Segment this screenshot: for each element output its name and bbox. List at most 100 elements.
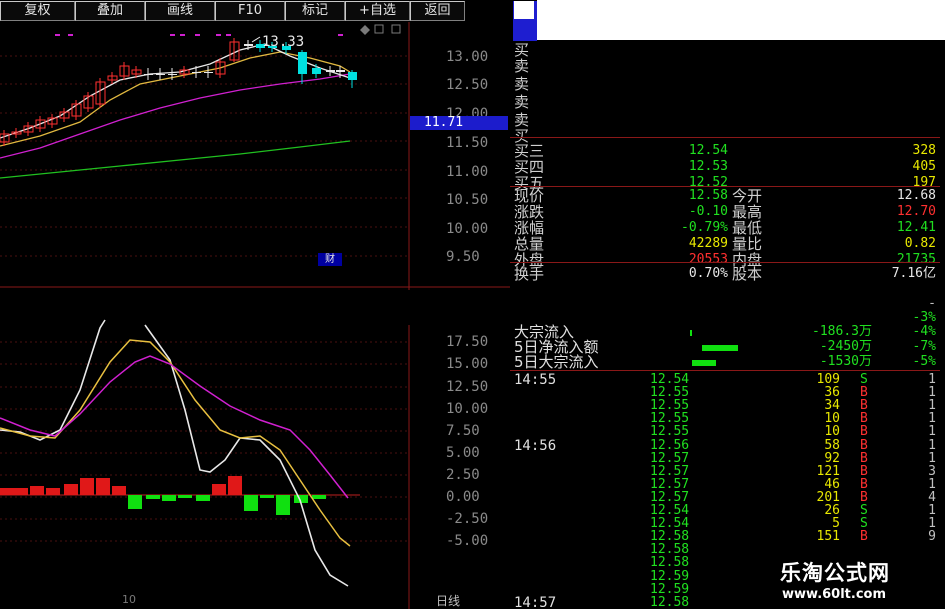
histogram-bar [212,484,226,495]
indicator-axis-label: -5.00 [446,533,488,549]
watermark-title: 乐淘公式网 [780,561,890,585]
indicator-magenta-line [0,355,349,499]
period-label[interactable]: 日线 [436,592,460,609]
histogram-bar [178,495,192,498]
quote-value: 0.70% [688,266,728,281]
watermark: 乐淘公式网 www.60lt.com [740,553,945,609]
order-book-row[interactable]: 买四 12.53 405 [510,159,940,175]
quote-row: 换手 0.70% 股本 7.16亿 [510,266,940,282]
order-price: 12.53 [688,159,728,174]
indicator-axis-label: 12.50 [446,379,488,395]
fund-flow-pct: -4% [912,324,936,339]
divider [510,186,940,187]
quote-value: 0.82 [904,236,936,251]
price-axis-label: 13.00 [446,49,488,65]
price-axis-label: 11.50 [446,135,488,151]
histogram-bar [64,484,78,495]
quote-label: 总量 [514,235,545,253]
histogram-bar [30,486,44,495]
candle [244,44,253,46]
candle [336,70,345,72]
histogram-bar [0,488,14,495]
order-price: 12.54 [688,143,728,158]
quote-row: 总量 42289 量比 0.82 [510,236,940,252]
candle [156,74,165,75]
price-axis-label: 11.00 [446,164,488,180]
order-book-label-truncated: 买 [514,127,530,145]
order-volume: 328 [912,143,936,158]
price-axis-label: 10.50 [446,192,488,208]
quote-label: 换手 [514,265,545,283]
chart-scroll-controls[interactable] [360,24,401,35]
quote-value: 7.16亿 [891,266,936,281]
histogram-bar [112,486,126,495]
indicator-axis-label: -2.50 [446,511,488,527]
candle [326,70,335,72]
order-book-label-truncated: 买 [514,41,530,59]
order-book-row[interactable]: 买三 12.54 328 [510,143,940,159]
histogram-bar [276,495,290,515]
order-book-label-truncated: 卖 [514,57,530,75]
indicator-axis-label: 7.50 [446,423,480,439]
indicator-axis-label: 10.00 [446,401,488,417]
histogram-bar [128,495,142,509]
quote-value: 12.41 [896,220,936,235]
fund-flow-value: -1530万 [819,354,872,369]
histogram-bar [80,478,94,495]
candle [348,72,357,80]
price-axis-label: 10.00 [446,221,488,237]
quote-panel: 买卖卖卖卖买 买三 12.54 328 买四 12.53 405 买五 12.52 197 现价… [510,0,945,609]
order-book-label-truncated: 卖 [514,75,530,93]
indicator-yellow-line [0,339,351,547]
candle [168,74,177,75]
fund-flow-pct: -5% [912,354,936,369]
current-price-tag: 11.71 [410,116,508,130]
histogram-bar [14,488,28,495]
candle [204,72,213,73]
histogram-bar [96,478,110,495]
indicator-axis-label: 5.00 [446,445,480,461]
quote-value: 12.68 [896,188,936,203]
divider [510,137,940,138]
x-axis-tick: 10 [122,593,136,606]
order-level-label: 买三 [514,142,545,160]
quote-value: -0.10 [688,204,728,219]
histogram-bar [46,488,60,495]
quote-value: 12.58 [688,188,728,203]
fund-flow-label: 5日大宗流入 [514,353,599,371]
tick-price: 12.58 [650,594,690,609]
histogram-bar [244,495,258,511]
ma10-line [0,51,351,147]
quote-label: 量比 [732,235,763,253]
divider [510,370,940,371]
price-axis-label: 12.50 [446,77,488,93]
fund-flow-bar [690,330,692,336]
histogram-bar [312,495,326,499]
quote-row: 涨幅 -0.79% 最低 12.41 [510,220,940,236]
histogram-bar [228,476,242,495]
quote-label: 今开 [732,187,763,205]
candlestick-chart[interactable]: 13.0012.5012.0011.5011.0010.5010.009.50 … [0,0,510,290]
price-axis-label: 9.50 [446,249,480,265]
quote-label: 涨幅 [514,219,545,237]
fund-flow-value: -186.3万 [812,324,872,339]
quote-label: 股本 [732,265,763,283]
quote-label: 最低 [732,219,763,237]
watermark-url: www.60lt.com [782,587,887,602]
quote-value: -0.79% [681,220,728,235]
fund-flow-bar [692,360,716,366]
quote-label: 现价 [514,187,545,205]
finance-icon[interactable]: 财 [318,253,342,266]
quote-label: 最高 [732,203,763,221]
quote-label: 涨跌 [514,203,545,221]
indicator-axis-label: 17.50 [446,334,488,350]
quote-row: 涨跌 -0.10 最高 12.70 [510,204,940,220]
panel-header-bar [537,0,945,40]
histogram-bar [162,495,176,501]
indicator-chart[interactable]: 17.50 15.00 12.50 10.00 7.50 5.00 2.50 0.00 -2.5… [0,290,510,609]
indicator-axis-label: 0.00 [446,489,480,505]
histogram-bar [196,495,210,501]
candle [144,74,153,75]
tick-time: 14:57 [514,594,557,609]
indicator-axis-label: 15.00 [446,356,488,372]
